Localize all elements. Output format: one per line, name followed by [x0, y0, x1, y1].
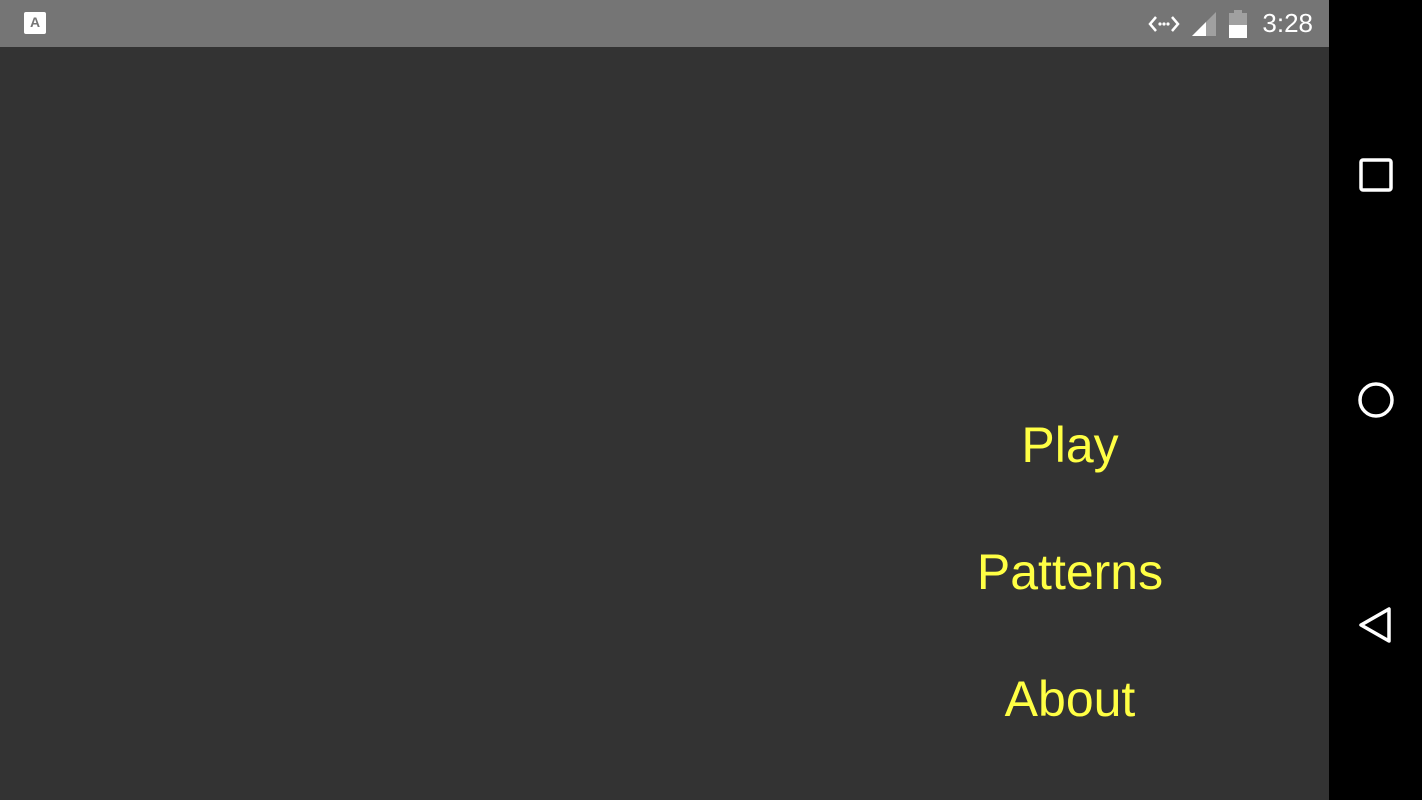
back-icon[interactable]: [1355, 604, 1397, 646]
status-bar: A 3:28: [0, 0, 1329, 47]
patterns-button[interactable]: Patterns: [940, 542, 1200, 602]
recents-icon[interactable]: [1355, 154, 1397, 196]
data-transfer-icon: [1148, 13, 1181, 35]
battery-icon: [1228, 9, 1248, 39]
status-time: 3:28: [1262, 8, 1313, 38]
play-button[interactable]: Play: [940, 415, 1200, 475]
navigation-bar: [1329, 0, 1422, 800]
home-icon[interactable]: [1355, 379, 1397, 421]
app-content: Play Patterns About: [0, 47, 1329, 800]
app-notification-icon: A: [24, 12, 46, 34]
status-icons: 3:28: [1148, 0, 1313, 47]
cell-signal-icon: [1190, 10, 1218, 38]
main-menu: Play Patterns About: [940, 407, 1200, 797]
about-button[interactable]: About: [940, 669, 1200, 729]
device-screen: A 3:28 Play Patterns About: [0, 0, 1422, 800]
